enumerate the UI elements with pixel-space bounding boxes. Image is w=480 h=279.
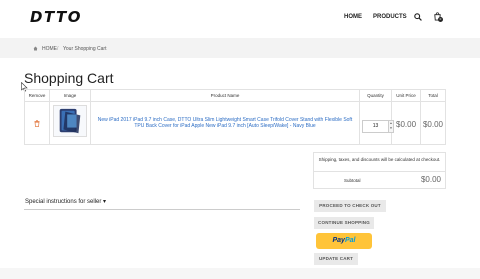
checkout-button[interactable]: PROCEED TO CHECK OUT <box>314 200 386 212</box>
subtotal-value: $0.00 <box>420 175 441 184</box>
page-title: Shopping Cart <box>24 70 114 86</box>
unit-price-cell: $0.00 <box>391 101 421 145</box>
checkout-notice: Shipping, taxes, and discounts will be c… <box>313 152 446 172</box>
breadcrumb-current: Your Shopping Cart <box>63 46 107 52</box>
home-icon <box>33 46 38 51</box>
column-header-quantity: Quantity <box>359 89 393 102</box>
line-total: $0.00 <box>422 120 444 129</box>
paypal-pay-text: Pay <box>332 237 345 244</box>
quantity-value[interactable]: 13 <box>373 123 379 129</box>
logo[interactable]: DTTO <box>30 8 82 26</box>
cart-table: Remove Image Product Name Quantity Unit … <box>24 89 446 145</box>
product-name-link[interactable]: New iPad 2017 iPad 9.7 inch Case, DTTO U… <box>91 117 359 129</box>
subtotal-label: Subtotal <box>344 178 361 183</box>
table-row: New iPad 2017 iPad 9.7 inch Case, DTTO U… <box>24 101 446 145</box>
column-header-total: Total <box>420 89 446 102</box>
breadcrumb-separator: / <box>57 46 59 52</box>
update-cart-button[interactable]: UPDATE CART <box>314 253 358 265</box>
continue-shopping-button[interactable]: CONTINUE SHOPPING <box>314 217 374 229</box>
nav-home-link[interactable]: HOME <box>344 14 362 20</box>
nav-products-link[interactable]: PRODUCTS <box>373 14 407 20</box>
quantity-arrows[interactable]: ▲ ▼ <box>388 119 395 133</box>
total-cell: $0.00 <box>420 101 446 145</box>
paypal-button[interactable]: PayPal <box>316 233 372 249</box>
column-header-remove: Remove <box>24 89 50 102</box>
search-icon[interactable] <box>414 13 422 21</box>
cart-count-badge: 0 <box>438 17 443 22</box>
column-header-unit-price: Unit Price <box>391 89 421 102</box>
trash-icon[interactable] <box>34 120 40 127</box>
column-header-product-name: Product Name <box>89 89 361 102</box>
subtotal-row: Subtotal $0.00 <box>313 172 446 189</box>
breadcrumb-home-link[interactable]: HOME <box>42 46 57 52</box>
unit-price: $0.00 <box>396 120 417 129</box>
product-thumbnail[interactable] <box>52 104 87 137</box>
table-header-row: Remove Image Product Name Quantity Unit … <box>24 89 446 102</box>
special-instructions-toggle[interactable]: Special instructions for seller ▾ <box>25 198 106 205</box>
site-header: DTTO HOME PRODUCTS 0 <box>0 0 480 36</box>
quantity-stepper[interactable]: 13 ▲ ▼ <box>362 119 395 133</box>
remove-cell <box>24 101 50 145</box>
product-name-cell: New iPad 2017 iPad 9.7 inch Case, DTTO U… <box>89 101 361 145</box>
image-cell <box>48 101 91 145</box>
quantity-cell: 13 ▲ ▼ <box>359 101 395 145</box>
divider <box>24 209 300 210</box>
column-header-image: Image <box>48 89 91 102</box>
footer <box>0 268 480 279</box>
paypal-pal-text: Pal <box>344 237 356 244</box>
